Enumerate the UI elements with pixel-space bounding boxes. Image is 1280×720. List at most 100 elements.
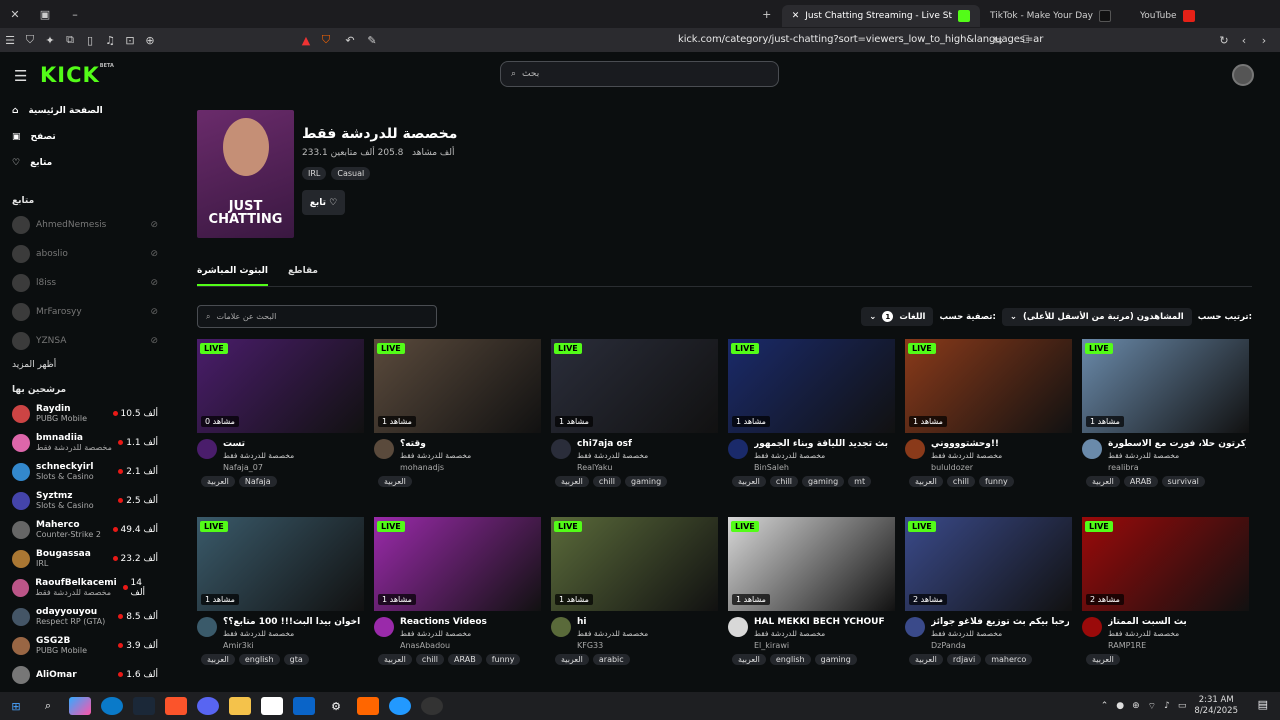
streamer-name[interactable]: Nafaja_07	[223, 463, 361, 472]
edge-icon[interactable]	[101, 697, 123, 715]
tag-chip[interactable]: chill	[415, 654, 445, 665]
stream-category[interactable]: مخصصة للدردشة فقط	[400, 451, 538, 460]
avatar[interactable]	[551, 617, 571, 637]
recommended-channel[interactable]: schneckyirl Slots & Casino 2.1 ألف	[0, 457, 170, 486]
window-restore-icon[interactable]: ▣	[30, 8, 60, 21]
stream-category[interactable]: مخصصة للدردشة فقط	[754, 629, 892, 638]
stream-category[interactable]: مخصصة للدردشة فقط	[400, 629, 538, 638]
stream-title[interactable]: Reactions Videos	[400, 617, 538, 627]
brave-shield-icon[interactable]: ⛉	[316, 33, 336, 47]
bookmark-icon[interactable]: ⎕	[1016, 33, 1036, 47]
steam-icon[interactable]	[133, 697, 155, 715]
volume-icon[interactable]: ♪	[1164, 701, 1170, 711]
streamer-name[interactable]: mohanadjs	[400, 463, 538, 472]
avatar[interactable]	[728, 439, 748, 459]
tag-chip[interactable]: IRL	[302, 167, 327, 180]
tag-search-input[interactable]: ⌕ البحث عن علامات	[197, 305, 437, 328]
store-icon[interactable]	[261, 697, 283, 715]
stream-title[interactable]: يا اخوان بيدا البث!!! 100 متابع؟؟	[223, 617, 361, 627]
tag-chip[interactable]: chill	[946, 476, 976, 487]
following-item[interactable]: MrFarosyy ⊘	[0, 297, 170, 326]
stream-card[interactable]: LIVE 1 مشاهد Reactions Videos مخصصة للدر…	[374, 517, 541, 673]
browser-tab-tiktok[interactable]: TikTok - Make Your Day	[980, 5, 1130, 27]
user-avatar[interactable]	[1232, 64, 1254, 86]
tag-chip[interactable]: العربية	[378, 476, 412, 487]
minimize-icon[interactable]: –	[60, 8, 90, 21]
tag-chip[interactable]: العربية	[555, 654, 589, 665]
tag-chip[interactable]: العربية	[732, 654, 766, 665]
settings-icon[interactable]: ⚙	[325, 697, 347, 715]
outlook-icon[interactable]	[293, 697, 315, 715]
stream-category[interactable]: مخصصة للدردشة فقط	[223, 451, 361, 460]
tag-chip[interactable]: العربية	[909, 476, 943, 487]
windows-start-icon[interactable]: ⊞	[5, 697, 27, 715]
reload-icon[interactable]: ↻	[1214, 34, 1234, 47]
streamer-name[interactable]: bululdozer	[931, 463, 1069, 472]
avatar[interactable]	[197, 439, 217, 459]
stream-title[interactable]: تست	[223, 439, 361, 449]
stream-category[interactable]: مخصصة للدردشة فقط	[931, 629, 1069, 638]
discord-icon[interactable]	[197, 697, 219, 715]
stream-card[interactable]: LIVE 1 مشاهد يا اخوان بيدا البث!!! 100 م…	[197, 517, 364, 673]
stream-title[interactable]: وقته؟	[400, 439, 538, 449]
avatar[interactable]	[551, 439, 571, 459]
tag-chip[interactable]: العربية	[201, 476, 235, 487]
clock[interactable]: 2:31 AM 8/24/2025	[1194, 695, 1238, 717]
window-menu-icon[interactable]: ✕	[0, 8, 30, 21]
stream-thumbnail[interactable]: LIVE 1 مشاهد	[905, 339, 1072, 433]
tag-chip[interactable]: العربية	[378, 654, 412, 665]
stream-category[interactable]: مخصصة للدردشة فقط	[223, 629, 361, 638]
stream-card[interactable]: LIVE 2 مشاهد مرحبا بيكم بث توزيع فلاغو ج…	[905, 517, 1072, 673]
sort-dropdown[interactable]: ⌄ المشاهدون (مرتبة من الأسفل للأعلى)	[1001, 307, 1192, 326]
stream-category[interactable]: مخصصة للدردشة فقط	[754, 451, 892, 460]
app-icon[interactable]	[357, 697, 379, 715]
browser-tab-youtube[interactable]: YouTube	[1130, 5, 1280, 27]
notification-icon[interactable]: ▤	[1258, 698, 1268, 711]
stream-category[interactable]: مخصصة للدردشة فقط	[577, 451, 715, 460]
stream-title[interactable]: بث السبت الممتاز	[1108, 617, 1246, 627]
recommended-channel[interactable]: RaoufBelkacemi مخصصة للدردشة فقط 14 ألف	[0, 573, 170, 602]
recommended-channel[interactable]: Raydin PUBG Mobile 10.5 ألف	[0, 399, 170, 428]
following-item[interactable]: l8iss ⊘	[0, 268, 170, 297]
stream-thumbnail[interactable]: LIVE 1 مشاهد	[551, 517, 718, 611]
tab-live[interactable]: البثوث المباشرة	[197, 266, 268, 286]
stream-thumbnail[interactable]: LIVE 1 مشاهد	[728, 339, 895, 433]
avatar[interactable]	[374, 439, 394, 459]
stream-title[interactable]: بث تجديد اللياقة وبناء الجمهور	[754, 439, 892, 449]
tag-chip[interactable]: ARAB	[1123, 476, 1158, 487]
copilot-icon[interactable]	[69, 697, 91, 715]
streamer-name[interactable]: KFG33	[577, 641, 715, 650]
language-dropdown[interactable]: ⌄ 1 اللغات	[861, 307, 934, 326]
following-item[interactable]: aboslio ⊘	[0, 239, 170, 268]
chevron-up-icon[interactable]: ⌃	[1101, 701, 1109, 711]
stream-title[interactable]: chi7aja osf	[577, 439, 715, 449]
avatar[interactable]	[905, 617, 925, 637]
mic-icon[interactable]: ●	[1116, 701, 1124, 711]
extensions-icon[interactable]: ⊕	[140, 34, 160, 47]
battery-icon[interactable]: ▭	[1178, 701, 1187, 711]
menu-icon[interactable]: ☰	[0, 34, 20, 47]
stream-thumbnail[interactable]: LIVE 1 مشاهد	[374, 339, 541, 433]
streamer-name[interactable]: RAMP1RE	[1108, 641, 1246, 650]
show-more-button[interactable]: أظهر المزيد	[0, 355, 170, 375]
tag-chip[interactable]: gaming	[625, 476, 668, 487]
sidebar-item-browse[interactable]: ▣ تصفح	[0, 124, 170, 150]
avatar[interactable]	[905, 439, 925, 459]
stream-title[interactable]: مرحبا بيكم بث توزيع فلاغو جوائز	[931, 617, 1069, 627]
recommended-channel[interactable]: AliOmar 1.6 ألف	[0, 660, 170, 689]
tag-chip[interactable]: chill	[592, 476, 622, 487]
streamer-name[interactable]: RealYaku	[577, 463, 715, 472]
recommended-channel[interactable]: GSG2B PUBG Mobile 3.9 ألف	[0, 631, 170, 660]
streamer-name[interactable]: BinSaleh	[754, 463, 892, 472]
recommended-channel[interactable]: Maherco Counter-Strike 2 49.4 ألف	[0, 515, 170, 544]
tag-chip[interactable]: gaming	[814, 654, 857, 665]
tag-chip[interactable]: chill	[769, 476, 799, 487]
sidebar-item-home[interactable]: ⌂ الصفحة الرئيسية	[0, 98, 170, 124]
stream-title[interactable]: وحشتووووني!!	[931, 439, 1069, 449]
tag-chip[interactable]: survival	[1161, 476, 1205, 487]
wifi-icon[interactable]: ⌔	[1148, 701, 1156, 712]
tag-chip[interactable]: العربية	[909, 654, 943, 665]
app-icon[interactable]	[389, 697, 411, 715]
avatar[interactable]	[728, 617, 748, 637]
tag-chip[interactable]: العربية	[1086, 654, 1120, 665]
